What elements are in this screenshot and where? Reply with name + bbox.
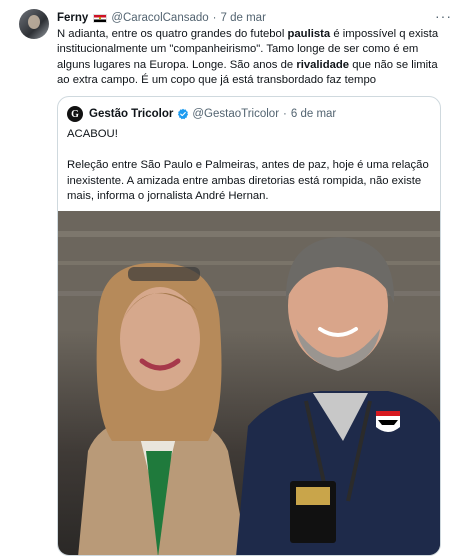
- quoted-paragraph: Releção entre São Paulo e Palmeiras, ant…: [67, 159, 429, 203]
- quoted-tweet-photo[interactable]: [58, 211, 440, 555]
- more-dots-icon[interactable]: ···: [435, 8, 452, 24]
- quoted-tweet-date: 6 de mar: [290, 108, 337, 120]
- tweet-text: N adianta, entre os quatro grandes do fu…: [57, 27, 449, 89]
- tweet-header: Ferny @CaracolCansado · 7 de mar: [57, 10, 454, 26]
- quoted-author-handle: @GestaoTricolor: [192, 108, 280, 120]
- avatar[interactable]: [19, 9, 49, 39]
- photo-illustration: [58, 211, 440, 555]
- separator-dot: ·: [283, 108, 287, 120]
- quoted-tweet-header: G Gestão Tricolor @GestaoTricolor · 6 de…: [67, 106, 336, 122]
- gestao-tricolor-logo-icon: G: [67, 106, 83, 122]
- verified-badge-icon: [178, 108, 189, 120]
- bold-text-segment: paulista: [287, 28, 331, 40]
- author-name[interactable]: Ferny: [57, 12, 88, 24]
- tweet-date[interactable]: 7 de mar: [221, 12, 266, 24]
- separator-dot: ·: [212, 12, 217, 24]
- quoted-headline: ACABOU!: [67, 128, 118, 140]
- tweet[interactable]: Ferny @CaracolCansado · 7 de mar ··· N a…: [0, 0, 464, 556]
- quoted-author-name: Gestão Tricolor: [89, 108, 174, 120]
- bold-text-segment: rivalidade: [296, 58, 350, 71]
- quoted-tweet[interactable]: G Gestão Tricolor @GestaoTricolor · 6 de…: [57, 96, 441, 556]
- text-segment: N adianta, entre os quatro grandes do fu…: [57, 28, 288, 40]
- author-handle[interactable]: @CaracolCansado: [111, 12, 208, 24]
- egypt-flag-icon: [93, 13, 108, 23]
- quoted-tweet-text: ACABOU! Releção entre São Paulo e Palmei…: [67, 127, 429, 205]
